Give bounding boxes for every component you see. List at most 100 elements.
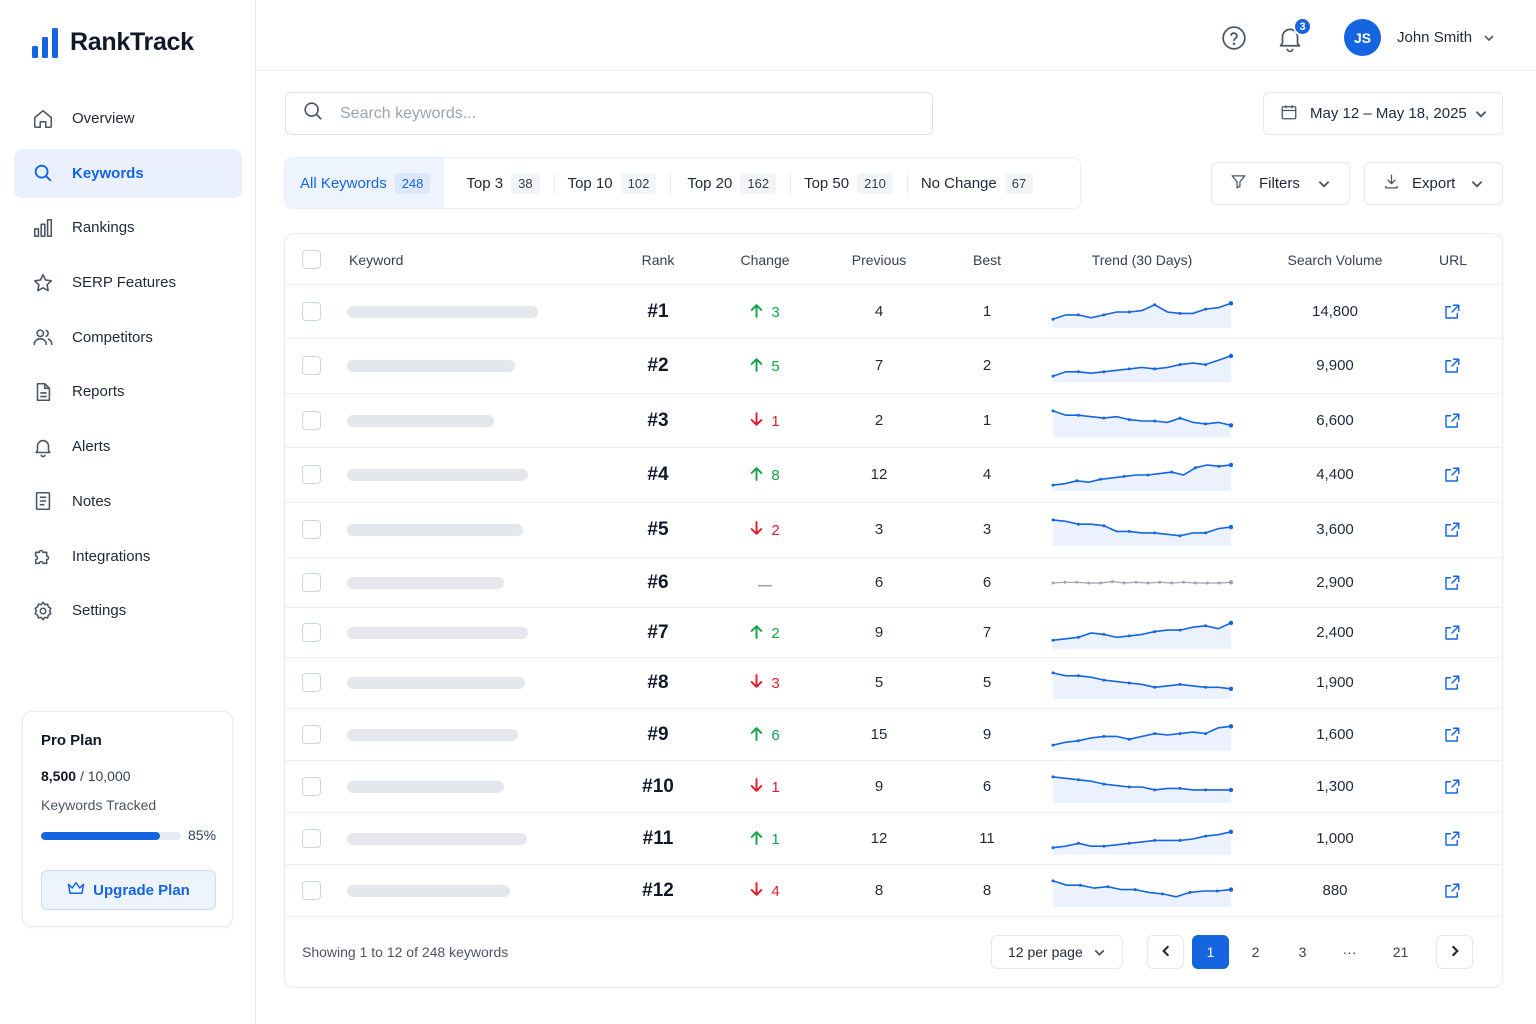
filter-icon [1230,173,1247,194]
per-page-select[interactable]: 12 per page [991,935,1123,969]
previous-value: 12 [870,466,888,483]
tab-top-3[interactable]: Top 3 38 [444,158,553,208]
tab-top-50[interactable]: Top 50 210 [790,158,907,208]
search-volume-value: 880 [1322,881,1348,899]
sidebar-item-settings[interactable]: Settings [14,586,242,635]
row-checkbox[interactable] [302,828,321,848]
trend-point [1178,363,1182,367]
help-icon[interactable] [1221,25,1247,51]
trend-point [1076,522,1080,526]
external-link-icon[interactable] [1443,303,1461,321]
row-checkbox[interactable] [302,520,321,539]
search-input[interactable] [340,104,900,123]
chevron-down-icon [1317,177,1331,195]
col-best[interactable]: Best [937,252,1037,268]
trend-sparkline [1051,671,1233,699]
search-volume-value: 1,900 [1316,674,1354,691]
table-row[interactable]: #6 6 6 2,900 [285,558,1502,608]
users-icon [32,326,54,348]
sidebar-item-notes[interactable]: Notes [14,477,242,526]
trend-point [1102,632,1106,636]
row-checkbox[interactable] [302,776,321,796]
export-button[interactable]: Export [1364,162,1503,205]
page-button-1[interactable]: 1 [1192,935,1229,969]
tab-all-keywords[interactable]: All Keywords 248 [285,158,445,208]
next-page-button[interactable] [1436,935,1473,969]
col-previous[interactable]: Previous [829,252,929,268]
table-row[interactable]: #1 3 4 1 14,800 [285,285,1502,339]
col-keyword[interactable]: Keyword [349,252,403,268]
trend-point [1204,363,1208,367]
change-value: 3 [715,303,815,322]
trend-point [1153,419,1157,422]
tab-top-20[interactable]: Top 20 162 [670,158,790,208]
sidebar-item-competitors[interactable]: Competitors [14,313,242,362]
upgrade-plan-button[interactable]: Upgrade Plan [41,870,216,910]
col-change[interactable]: Change [715,252,815,268]
avatar[interactable]: JS [1344,19,1381,56]
page-button-3[interactable]: 3 [1284,935,1321,969]
external-link-icon[interactable] [1443,674,1461,692]
table-row[interactable]: #10 1 9 6 1,300 [285,761,1502,813]
page-button-2[interactable]: 2 [1237,935,1274,969]
row-checkbox[interactable] [302,356,321,375]
external-link-icon[interactable] [1443,574,1461,592]
row-checkbox[interactable] [302,572,321,592]
filters-button[interactable]: Filters [1211,162,1350,205]
external-link-icon[interactable] [1443,357,1461,375]
table-row[interactable]: #11 1 12 11 1,000 [285,813,1502,865]
table-row[interactable]: #7 2 9 7 2,400 [285,608,1502,658]
sidebar-item-integrations[interactable]: Integrations [14,532,242,581]
row-checkbox[interactable] [302,880,321,900]
table-row[interactable]: #3 1 2 1 6,600 [285,394,1502,448]
trend-sparkline [1051,774,1233,803]
sidebar-item-reports[interactable]: Reports [14,367,242,416]
external-link-icon[interactable] [1443,466,1461,484]
tab-top-10[interactable]: Top 10 102 [553,158,671,208]
table-row[interactable]: #9 6 15 9 1,600 [285,709,1502,761]
table-row[interactable]: #12 4 8 8 880 [285,865,1502,917]
external-link-icon[interactable] [1443,412,1461,430]
previous-value: 9 [874,777,884,795]
table-row[interactable]: #5 2 3 3 3,600 [285,503,1502,558]
external-link-icon[interactable] [1443,830,1461,848]
sidebar-item-serp-features[interactable]: SERP Features [14,258,242,307]
date-range-picker[interactable]: May 12 – May 18, 2025 [1263,92,1503,135]
page-button-21[interactable]: 21 [1382,935,1419,969]
plan-percent: 85% [188,827,217,843]
col-rank[interactable]: Rank [605,252,711,268]
sidebar-item-rankings[interactable]: Rankings [14,203,242,252]
sidebar-item-label: Alerts [72,438,111,456]
table-row[interactable]: #4 8 12 4 4,400 [285,448,1502,503]
chevron-down-icon[interactable] [1483,31,1495,49]
external-link-icon[interactable] [1443,882,1461,900]
tab-no-change[interactable]: No Change 67 [906,158,1047,208]
row-checkbox[interactable] [302,465,321,484]
sidebar-item-keywords[interactable]: Keywords [14,148,242,198]
external-link-icon[interactable] [1443,624,1461,642]
user-name[interactable]: John Smith [1397,29,1472,46]
row-checkbox[interactable] [302,301,321,321]
rank-value: #6 [647,571,669,593]
download-icon [1383,173,1400,194]
col-search-volume[interactable]: Search Volume [1275,252,1395,268]
external-link-icon[interactable] [1443,778,1461,796]
logo[interactable]: RankTrack [32,26,194,58]
external-link-icon[interactable] [1443,521,1461,539]
select-all-checkbox[interactable] [302,250,321,269]
search-bar[interactable] [285,92,933,135]
sidebar-item-overview[interactable]: Overview [14,94,242,143]
prev-page-button[interactable] [1147,935,1184,969]
row-checkbox[interactable] [302,673,321,692]
row-checkbox[interactable] [302,622,321,642]
change-amount: 6 [771,726,780,744]
external-link-icon[interactable] [1443,726,1461,744]
sidebar-item-alerts[interactable]: Alerts [14,422,242,471]
table-row[interactable]: #2 5 7 2 9,900 [285,339,1502,394]
row-checkbox[interactable] [302,410,321,430]
table-row[interactable]: #8 3 5 5 1,900 [285,658,1502,709]
change-value: 8 [715,466,815,485]
keyword-placeholder [347,360,515,372]
change-value: 2 [715,521,815,540]
row-checkbox[interactable] [302,724,321,744]
